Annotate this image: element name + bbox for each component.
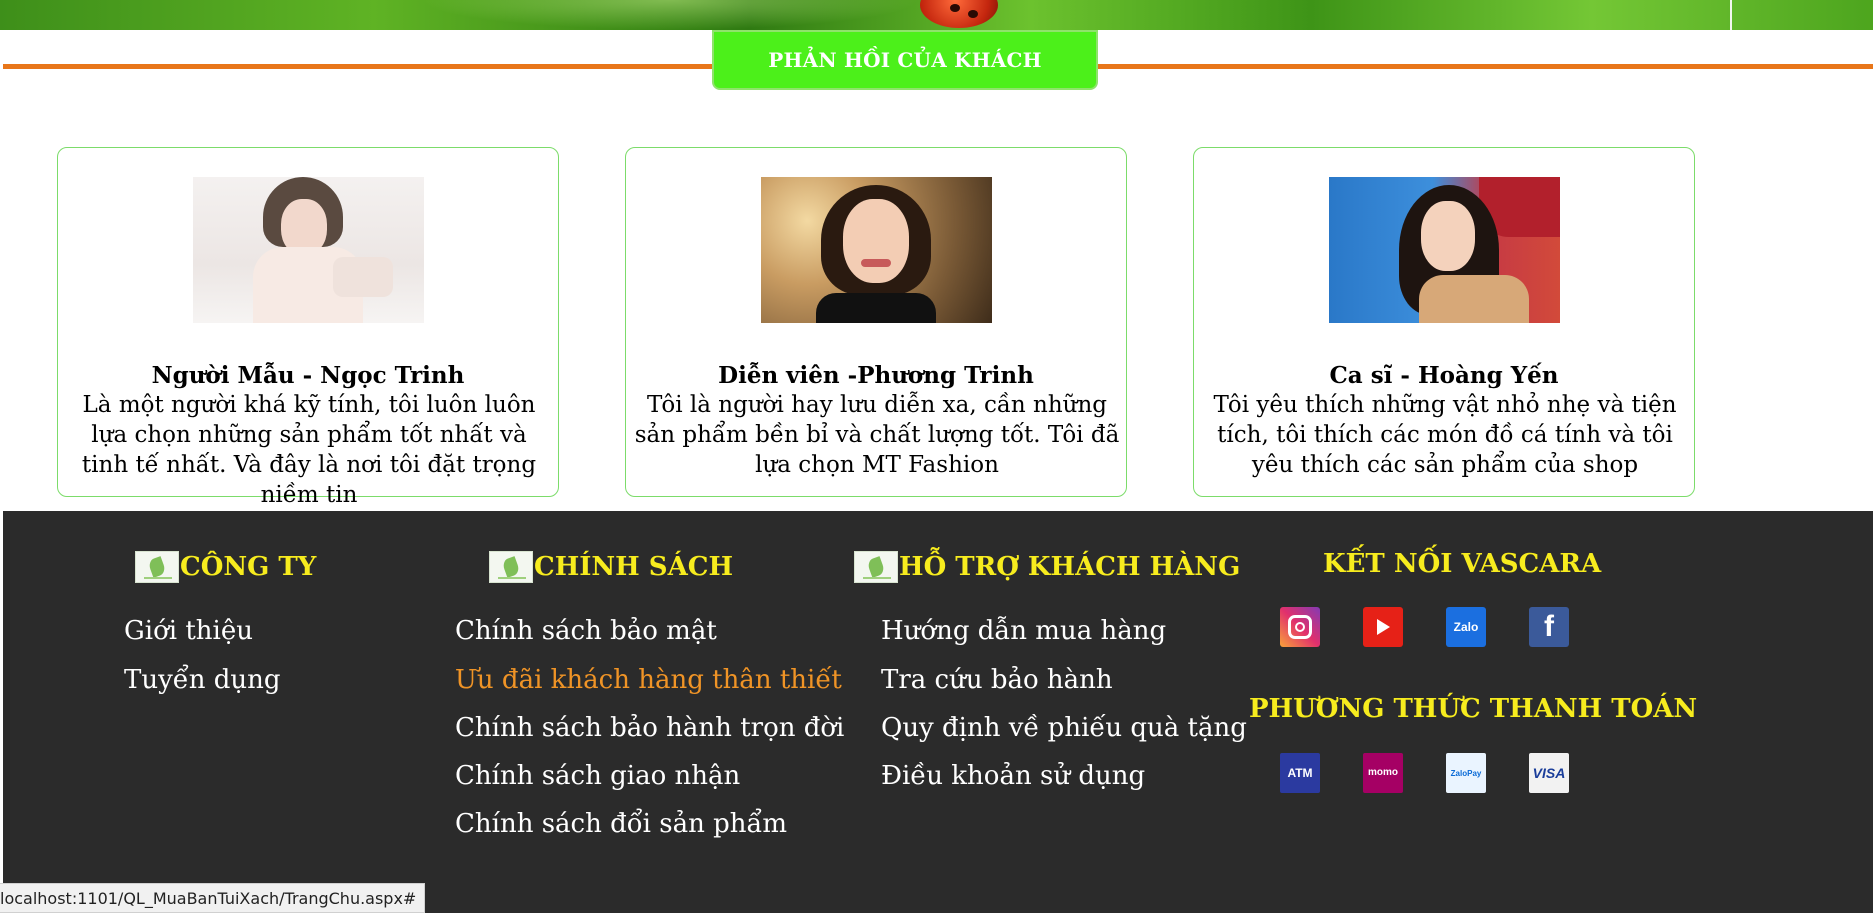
customer-photo bbox=[1329, 177, 1560, 323]
testimonial-card: Người Mẫu - Ngọc Trinh Là một người khá … bbox=[57, 147, 559, 508]
leaf-logo-icon bbox=[854, 551, 898, 583]
top-banner-image bbox=[0, 0, 1873, 30]
footer-heading-connect: KẾT NỐI VASCARA bbox=[1323, 549, 1602, 579]
customer-photo bbox=[193, 177, 424, 323]
footer-heading-company: CÔNG TY bbox=[135, 551, 316, 583]
testimonial-card: Ca sĩ - Hoàng Yến Tôi yêu thích những vậ… bbox=[1193, 147, 1695, 497]
footer-link-tuyen-dung[interactable]: Tuyển dụng bbox=[124, 665, 281, 695]
instagram-icon[interactable] bbox=[1280, 607, 1320, 647]
footer-link-phieu-qua-tang[interactable]: Quy định về phiếu quà tặng bbox=[881, 713, 1247, 743]
customer-quote: Là một người khá kỹ tính, tôi luôn luôn … bbox=[81, 392, 537, 508]
footer-link-huong-dan[interactable]: Hướng dẫn mua hàng bbox=[881, 616, 1166, 646]
footer-link-tra-cuu[interactable]: Tra cứu bảo hành bbox=[881, 665, 1113, 695]
facebook-icon[interactable]: f bbox=[1529, 607, 1569, 647]
footer-link-bao-mat[interactable]: Chính sách bảo mật bbox=[455, 616, 717, 646]
visa-icon: VISA bbox=[1529, 753, 1569, 793]
customer-quote: Tôi yêu thích những vật nhỏ nhẹ và tiện … bbox=[1213, 392, 1677, 478]
leaf-logo-icon bbox=[489, 551, 533, 583]
footer-heading-policy: CHÍNH SÁCH bbox=[489, 551, 733, 583]
atm-icon: ATM bbox=[1280, 753, 1320, 793]
footer-link-bao-hanh[interactable]: Chính sách bảo hành trọn đời bbox=[455, 713, 844, 743]
footer-link-dieu-khoan[interactable]: Điều khoản sử dụng bbox=[881, 761, 1145, 791]
footer-link-giao-nhan[interactable]: Chính sách giao nhận bbox=[455, 761, 740, 791]
momo-icon: momo bbox=[1363, 753, 1403, 793]
section-title: PHẢN HỒI CỦA KHÁCH bbox=[712, 30, 1098, 90]
footer-link-uu-dai[interactable]: Ưu đãi khách hàng thân thiết bbox=[455, 665, 842, 695]
footer-link-gioi-thieu[interactable]: Giới thiệu bbox=[124, 616, 253, 646]
ladybug-graphic bbox=[920, 0, 998, 28]
zalo-icon[interactable]: Zalo bbox=[1446, 607, 1486, 647]
customer-photo bbox=[761, 177, 992, 323]
browser-status-bar: localhost:1101/QL_MuaBanTuiXach/TrangChu… bbox=[0, 883, 426, 913]
customer-name: Diễn viên -Phương Trinh bbox=[718, 362, 1034, 389]
footer-heading-payment: PHƯƠNG THỨC THANH TOÁN bbox=[1249, 694, 1698, 724]
customer-name: Ca sĩ - Hoàng Yến bbox=[1329, 362, 1559, 389]
testimonial-card: Diễn viên -Phương Trinh Tôi là người hay… bbox=[625, 147, 1127, 497]
footer-heading-support: HỖ TRỢ KHÁCH HÀNG bbox=[854, 551, 1240, 583]
customer-quote: Tôi là người hay lưu diễn xa, cần những … bbox=[634, 392, 1120, 478]
zalopay-icon: ZaloPay bbox=[1446, 753, 1486, 793]
footer-link-doi-san-pham[interactable]: Chính sách đổi sản phẩm bbox=[455, 809, 787, 839]
leaf-logo-icon bbox=[135, 551, 179, 583]
customer-name: Người Mẫu - Ngọc Trinh bbox=[151, 362, 465, 389]
site-footer: CÔNG TY Giới thiệu Tuyển dụng CHÍNH SÁCH… bbox=[3, 511, 1873, 913]
youtube-icon[interactable] bbox=[1363, 607, 1403, 647]
